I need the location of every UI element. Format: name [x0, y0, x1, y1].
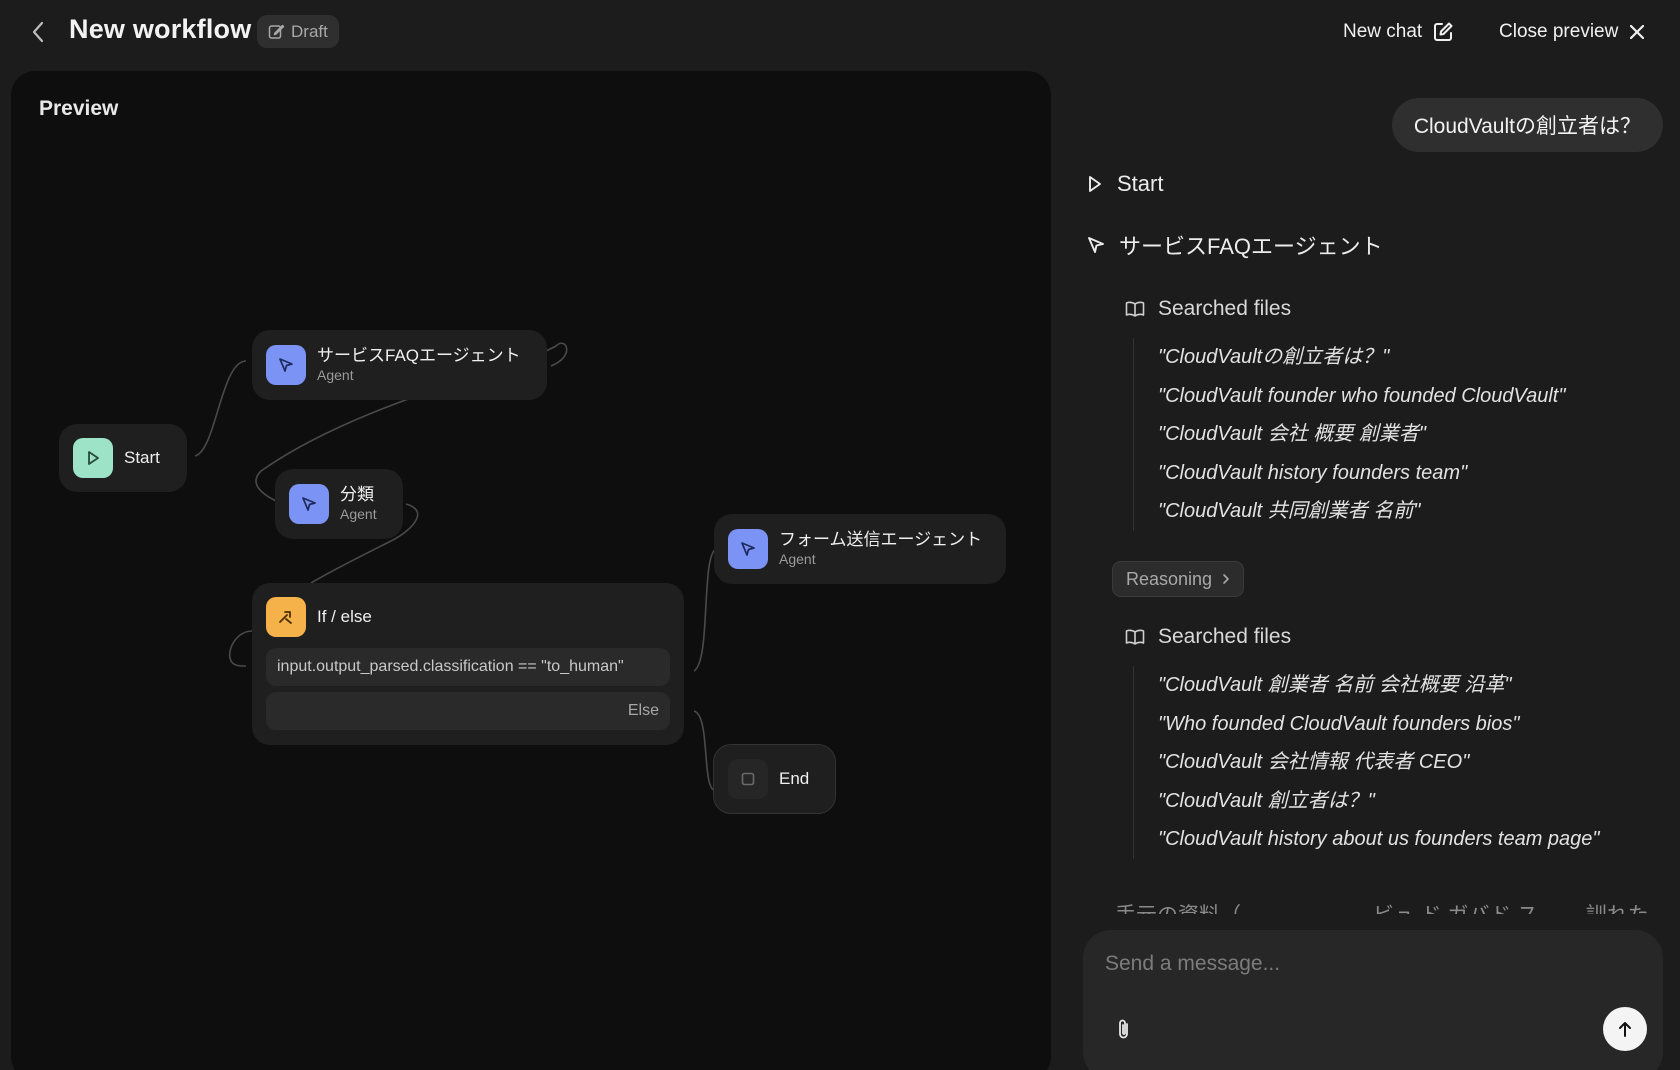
search-query: "CloudVault founder who founded CloudVau… — [1158, 384, 1566, 407]
edge-start-faq — [194, 360, 247, 457]
search-query: "CloudVaultの創立者は？" — [1158, 346, 1390, 368]
edge-ifelse-form — [693, 548, 717, 672]
search-query: "CloudVault 会社 概要 創業者" — [1158, 423, 1426, 446]
edit-icon — [268, 24, 285, 39]
run-step-agent[interactable]: サービスFAQエージェント — [1087, 229, 1383, 261]
chevron-right-icon — [1223, 574, 1229, 584]
cursor-icon — [728, 529, 768, 569]
close-preview-button[interactable]: Close preview — [1499, 16, 1646, 48]
ifelse-else-branch[interactable]: Else — [266, 692, 670, 730]
stop-icon — [728, 759, 768, 799]
new-chat-label: New chat — [1343, 21, 1423, 42]
paperclip-icon — [1119, 1019, 1128, 1039]
draft-badge: Draft — [257, 15, 339, 48]
close-icon — [1630, 24, 1645, 40]
book-icon — [1125, 301, 1145, 317]
classify-agent-title: 分類 — [340, 485, 374, 504]
message-composer — [1083, 930, 1663, 1070]
chat-panel: CloudVaultの創立者は？ Start サービスFAQエージェント Sea… — [1060, 64, 1680, 1070]
search-query: "CloudVault history founders team" — [1158, 461, 1468, 484]
ifelse-condition[interactable]: input.output_parsed.classification == "t… — [266, 648, 670, 686]
search-query-list: "CloudVault 創業者 名前 会社概要 沿革" "Who founded… — [1133, 666, 1600, 859]
searched-files-header[interactable]: Searched files — [1125, 297, 1291, 321]
start-node[interactable]: Start — [59, 424, 187, 492]
compose-icon — [1434, 22, 1453, 41]
workflow-title: New workflow — [69, 14, 252, 44]
faq-agent-node[interactable]: サービスFAQエージェント Agent — [252, 330, 547, 400]
draft-badge-label: Draft — [291, 21, 328, 41]
classify-agent-subtitle: Agent — [340, 506, 377, 522]
end-node-title: End — [779, 769, 810, 788]
new-chat-button[interactable]: New chat — [1343, 16, 1454, 48]
faq-agent-subtitle: Agent — [317, 367, 354, 383]
send-button[interactable] — [1603, 1007, 1647, 1051]
faq-agent-title: サービスFAQエージェント — [317, 346, 521, 365]
book-icon — [1125, 629, 1145, 645]
branch-icon — [266, 597, 306, 637]
search-query: "CloudVault 会社情報 代表者 CEO" — [1158, 751, 1470, 774]
search-query: "CloudVault history about us founders te… — [1158, 828, 1600, 851]
back-button[interactable] — [26, 18, 50, 46]
cursor-icon — [289, 484, 329, 524]
form-agent-subtitle: Agent — [779, 551, 816, 567]
attach-button[interactable] — [1111, 1015, 1137, 1045]
run-step-start-label: Start — [1117, 171, 1164, 196]
search-query: "CloudVault 創立者は？" — [1158, 789, 1375, 812]
user-message: CloudVaultの創立者は？ — [1391, 98, 1663, 152]
workflow-canvas[interactable]: Preview Start サービスFAQエージェント Agent 分類 Age… — [11, 71, 1051, 1070]
run-step-start[interactable]: Start — [1087, 171, 1163, 197]
classify-agent-node[interactable]: 分類 Agent — [275, 469, 403, 539]
ifelse-node[interactable]: If / else input.output_parsed.classifica… — [252, 583, 684, 745]
start-node-title: Start — [124, 448, 160, 467]
reasoning-button[interactable]: Reasoning — [1112, 561, 1245, 597]
play-icon — [73, 438, 113, 478]
play-icon — [1089, 176, 1101, 192]
search-query: "Who founded CloudVault founders bios" — [1158, 712, 1520, 735]
search-query: "CloudVault 創業者 名前 会社概要 沿革" — [1158, 674, 1512, 696]
close-preview-label: Close preview — [1499, 21, 1619, 42]
cursor-icon — [1088, 237, 1104, 253]
edge-ifelse-loop — [229, 630, 253, 667]
form-agent-title: フォーム送信エージェント — [779, 530, 983, 549]
ifelse-title: If / else — [317, 607, 372, 626]
reasoning-label: Reasoning — [1126, 568, 1213, 589]
searched-files-label: Searched files — [1158, 625, 1292, 648]
searched-files-label: Searched files — [1158, 297, 1292, 320]
form-agent-node[interactable]: フォーム送信エージェント Agent — [714, 514, 1006, 584]
top-bar: New workflow Draft New chat Close previe… — [0, 0, 1680, 64]
searched-files-header[interactable]: Searched files — [1125, 625, 1291, 649]
cursor-icon — [266, 345, 306, 385]
search-query: "CloudVault 共同創業者 名前" — [1158, 500, 1421, 523]
arrow-up-icon — [1619, 1022, 1631, 1037]
message-input[interactable] — [1105, 946, 1635, 982]
search-query-list: "CloudVaultの創立者は？" "CloudVault founder w… — [1133, 338, 1565, 531]
truncated-response-text: 手元の資料（……………… ビュ ド ガバド ス ……訓れた — [1115, 902, 1649, 914]
end-node[interactable]: End — [713, 744, 836, 814]
chevron-left-icon — [32, 21, 44, 43]
run-step-agent-label: サービスFAQエージェント — [1119, 234, 1383, 259]
